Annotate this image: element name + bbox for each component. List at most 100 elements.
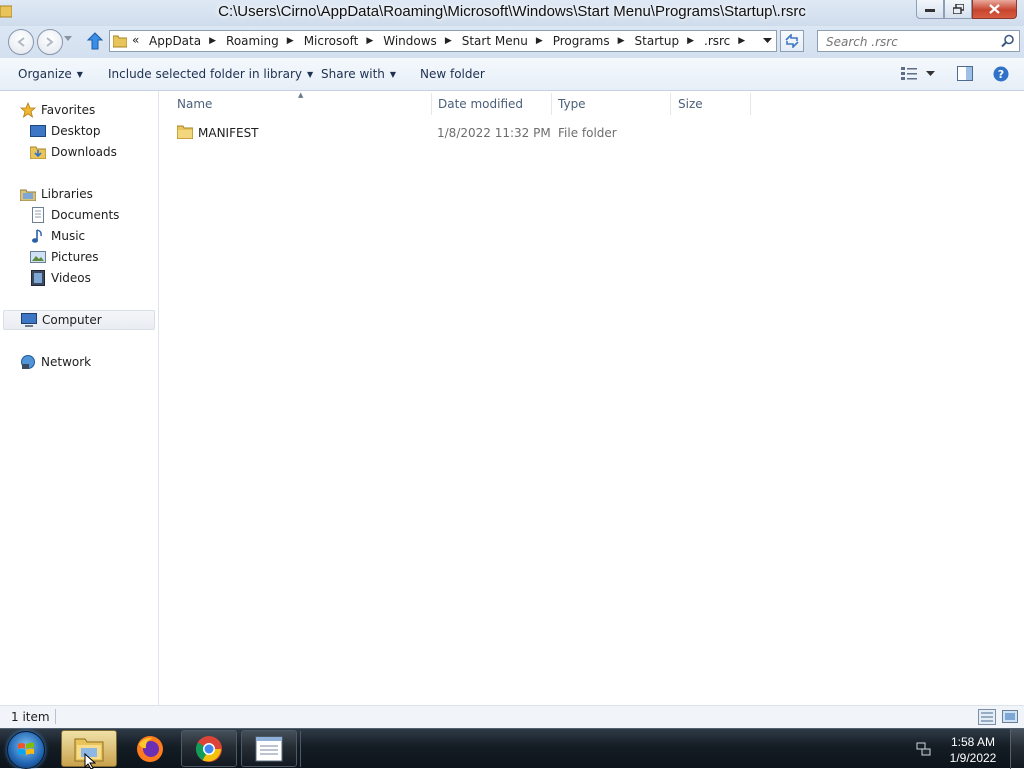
view-options-dropdown[interactable] — [926, 71, 935, 77]
share-label: Share with — [321, 67, 385, 81]
taskbar-notepad[interactable] — [241, 730, 297, 767]
breadcrumb-item[interactable]: AppData — [147, 34, 203, 48]
organize-label: Organize — [18, 67, 72, 81]
breadcrumb-separator[interactable]: ▶ — [681, 36, 702, 46]
address-history-dropdown[interactable] — [763, 38, 772, 44]
column-header-type[interactable]: Type — [558, 97, 586, 111]
navigation-pane: Favorites Desktop Downloads Libraries Do… — [0, 91, 159, 705]
column-header-name[interactable]: Name — [177, 97, 212, 111]
nav-libraries[interactable]: Libraries — [20, 184, 93, 204]
breadcrumb-item[interactable]: Programs — [551, 34, 612, 48]
nav-favorites-label: Favorites — [41, 103, 96, 117]
large-icons-view-icon[interactable] — [1002, 709, 1018, 725]
organize-menu-button[interactable]: Organize ▼ — [18, 67, 83, 81]
nav-videos-label: Videos — [51, 271, 91, 285]
address-bar[interactable]: « AppData ▶ Roaming ▶ Microsoft ▶ Windows ▶ … — [109, 30, 777, 52]
nav-downloads-label: Downloads — [51, 145, 117, 159]
up-button[interactable] — [86, 31, 104, 51]
nav-network-label: Network — [41, 355, 92, 369]
breadcrumb-separator[interactable]: ▶ — [732, 36, 753, 46]
refresh-button[interactable] — [780, 30, 804, 52]
nav-desktop-label: Desktop — [51, 124, 101, 138]
show-desktop-button[interactable] — [1010, 729, 1024, 769]
search-input[interactable] — [824, 32, 998, 52]
window-title: C:\Users\Cirno\AppData\Roaming\Microsoft… — [218, 3, 806, 20]
file-name[interactable]: MANIFEST — [198, 126, 259, 140]
table-row[interactable]: MANIFEST 1/8/2022 11:32 PM File folder — [175, 123, 755, 143]
refresh-icon — [785, 34, 799, 48]
nav-music[interactable]: Music — [30, 226, 85, 246]
breadcrumb: AppData ▶ Roaming ▶ Microsoft ▶ Windows ▶ St… — [147, 31, 753, 51]
folder-icon — [113, 35, 127, 48]
sort-ascending-icon: ▲ — [298, 91, 304, 99]
breadcrumb-separator[interactable]: ▶ — [281, 36, 302, 46]
start-button[interactable] — [7, 731, 45, 769]
network-tray-icon[interactable] — [916, 741, 932, 757]
breadcrumb-separator[interactable]: ▶ — [530, 36, 551, 46]
column-header-date-modified[interactable]: Date modified — [438, 97, 523, 111]
preview-pane-icon[interactable] — [957, 66, 973, 81]
nav-documents-label: Documents — [51, 208, 120, 222]
recent-pages-dropdown[interactable] — [64, 36, 72, 42]
forward-button[interactable] — [37, 29, 63, 55]
breadcrumb-overflow-button[interactable]: « — [132, 33, 139, 47]
breadcrumb-separator[interactable]: ▶ — [439, 36, 460, 46]
nav-computer-label: Computer — [42, 313, 102, 327]
search-icon[interactable] — [1001, 34, 1015, 48]
music-note-icon — [30, 228, 46, 244]
breadcrumb-separator[interactable]: ▶ — [360, 36, 381, 46]
column-divider[interactable] — [431, 93, 432, 115]
nav-desktop[interactable]: Desktop — [30, 121, 101, 141]
chevron-down-icon: ▼ — [76, 70, 83, 79]
change-view-icon[interactable] — [901, 66, 917, 80]
help-icon[interactable]: ? — [993, 66, 1009, 82]
include-in-library-button[interactable]: Include selected folder in library ▼ — [108, 67, 313, 81]
star-icon — [20, 102, 36, 118]
computer-icon — [21, 312, 37, 328]
share-with-button[interactable]: Share with ▼ — [321, 67, 396, 81]
breadcrumb-item[interactable]: Microsoft — [302, 34, 361, 48]
back-button[interactable] — [8, 29, 34, 55]
breadcrumb-item[interactable]: Roaming — [224, 34, 281, 48]
nav-network[interactable]: Network — [20, 352, 91, 372]
file-type: File folder — [558, 126, 617, 140]
title-bar[interactable]: C:\Users\Cirno\AppData\Roaming\Microsoft… — [0, 0, 1024, 26]
chrome-icon — [195, 735, 222, 762]
restore-button[interactable] — [944, 0, 972, 19]
breadcrumb-item[interactable]: Windows — [381, 34, 439, 48]
breadcrumb-item[interactable]: .rsrc — [702, 34, 732, 48]
minimize-button[interactable] — [916, 0, 944, 19]
nav-computer[interactable]: Computer — [3, 310, 155, 330]
system-clock[interactable]: 1:58 AM 1/9/2022 — [944, 734, 1002, 766]
nav-music-label: Music — [51, 229, 86, 243]
nav-documents[interactable]: Documents — [30, 205, 119, 225]
taskbar-chrome[interactable] — [181, 730, 237, 767]
nav-pictures[interactable]: Pictures — [30, 247, 99, 267]
notepad-icon — [255, 736, 283, 761]
nav-pictures-label: Pictures — [51, 250, 99, 264]
taskbar-firefox[interactable] — [122, 730, 178, 767]
forward-arrow-icon — [46, 37, 54, 47]
nav-favorites[interactable]: Favorites — [20, 100, 95, 120]
restore-icon — [952, 4, 964, 14]
search-box[interactable] — [817, 30, 1020, 52]
windows-logo-icon — [18, 742, 34, 755]
clock-date: 1/9/2022 — [949, 751, 997, 765]
close-button[interactable] — [972, 0, 1017, 19]
details-view-icon[interactable] — [978, 709, 996, 725]
column-divider[interactable] — [670, 93, 671, 115]
film-strip-icon — [30, 270, 46, 286]
item-count: 1 item — [11, 710, 50, 724]
status-divider — [55, 709, 56, 724]
nav-videos[interactable]: Videos — [30, 268, 91, 288]
nav-downloads[interactable]: Downloads — [30, 142, 117, 162]
column-divider[interactable] — [551, 93, 552, 115]
breadcrumb-separator[interactable]: ▶ — [612, 36, 633, 46]
up-arrow-icon — [87, 32, 103, 50]
column-header-size[interactable]: Size — [678, 97, 703, 111]
breadcrumb-item[interactable]: Start Menu — [460, 34, 530, 48]
breadcrumb-separator[interactable]: ▶ — [203, 36, 224, 46]
new-folder-button[interactable]: New folder — [420, 67, 485, 81]
column-divider[interactable] — [750, 93, 751, 115]
breadcrumb-item[interactable]: Startup — [633, 34, 682, 48]
